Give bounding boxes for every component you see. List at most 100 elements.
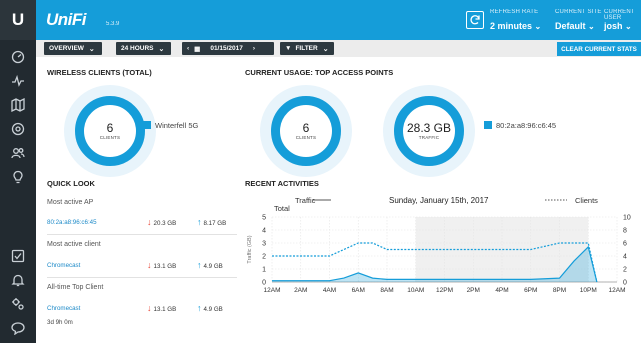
dashboard-icon[interactable] — [10, 49, 26, 65]
recent-activities-chart: 0 1 2 3 4 5 0 2 4 6 8 10 12AM 2AM 4AM 6AM 8AM 10AM 12PM 2PM… — [245, 190, 641, 343]
arrow-down-icon: ↓ — [147, 217, 152, 227]
time-range-dropdown[interactable]: 24 HOURS ⌄ — [116, 42, 171, 55]
unifi-brand-logo: UniFi — [46, 10, 87, 29]
y-axis-label: Traffic (GB) — [247, 235, 253, 263]
toolbar: OVERVIEW ⌄ 24 HOURS ⌄ ‹ ▦ 01/15/2017 › ▼ FI… — [36, 40, 641, 57]
y-tick-label: 2 — [262, 254, 266, 261]
x-tick-label: 12PM — [436, 287, 453, 294]
download-value: 13.1 GB — [153, 263, 177, 270]
statistics-icon[interactable] — [10, 73, 26, 89]
chevron-down-icon: ⌄ — [88, 45, 95, 53]
current-usage-title: CURRENT USAGE: TOP ACCESS POINTS — [245, 68, 394, 77]
quick-look-title: QUICK LOOK — [47, 179, 95, 188]
y-tick-label: 5 — [262, 215, 266, 222]
ubiquiti-logo[interactable]: U — [0, 0, 36, 40]
filter-dropdown[interactable]: ▼ FILTER ⌄ — [280, 42, 334, 55]
most-active-client-upload: ↑ 4.9 GB — [197, 260, 223, 270]
top-client-heading: All-time Top Client — [47, 284, 104, 291]
time-range-label: 24 HOURS — [121, 45, 154, 52]
next-date-icon[interactable]: › — [253, 45, 255, 52]
y2-tick-label: 8 — [623, 228, 627, 235]
arrow-up-icon: ↑ — [197, 217, 202, 227]
insights-icon[interactable] — [10, 169, 26, 185]
top-client-download: ↓ 13.1 GB — [147, 303, 176, 313]
most-active-client-download: ↓ 13.1 GB — [147, 260, 176, 270]
chart-svg: 0 1 2 3 4 5 0 2 4 6 8 10 12AM 2AM 4AM 6AM 8AM 10AM 12PM 2PM… — [247, 196, 631, 294]
y2-tick-label: 6 — [623, 241, 627, 248]
events-icon[interactable] — [10, 248, 26, 264]
most-active-client-link[interactable]: Chromecast — [47, 262, 80, 269]
filter-label: FILTER — [295, 45, 318, 52]
refresh-rate-value: 2 minutes — [490, 21, 533, 31]
date-value: 01/15/2017 — [210, 45, 243, 52]
download-value: 20.3 GB — [153, 220, 177, 227]
y2-tick-label: 0 — [623, 280, 627, 287]
map-icon[interactable] — [10, 97, 26, 113]
arrow-up-icon: ↑ — [197, 260, 202, 270]
x-tick-label: 12AM — [264, 287, 281, 294]
top-client-upload: ↑ 4.9 GB — [197, 303, 223, 313]
wireless-clients-donut[interactable]: 6 CLIENTS — [75, 96, 145, 166]
refresh-rate-label: REFRESH RATE — [490, 9, 539, 15]
chart-date-label: Sunday, January 15th, 2017 — [389, 196, 489, 205]
clients-icon[interactable] — [10, 145, 26, 161]
y2-tick-label: 4 — [623, 254, 627, 261]
usage-clients-count: 6 — [302, 121, 310, 135]
x-tick-label: 12AM — [609, 287, 626, 294]
most-active-ap-link[interactable]: 80:2a:a8:96:c6:45 — [47, 219, 97, 226]
legend-swatch — [484, 121, 492, 129]
most-active-ap-heading: Most active AP — [47, 199, 94, 206]
divider — [47, 234, 237, 235]
devices-icon[interactable] — [10, 121, 26, 137]
current-site-label: CURRENT SITE — [555, 9, 602, 15]
legend-clients-label: Clients — [575, 196, 598, 205]
chevron-down-icon: ⌄ — [158, 45, 165, 53]
top-bar: UniFi 5.3.9 REFRESH RATE 2 minutes ⌄ CUR… — [36, 0, 641, 40]
current-user-select[interactable]: josh ⌄ — [604, 21, 632, 31]
overview-dropdown[interactable]: OVERVIEW ⌄ — [44, 42, 102, 55]
y2-tick-label: 2 — [623, 267, 627, 274]
wireless-clients-count-label: CLIENTS — [99, 135, 121, 140]
upload-value: 8.17 GB — [203, 220, 227, 227]
chevron-down-icon: ⌄ — [322, 45, 329, 53]
usage-clients-donut[interactable]: 6 CLIENTS — [271, 96, 341, 166]
x-tick-label: 2PM — [467, 287, 480, 294]
refresh-rate-select[interactable]: 2 minutes ⌄ — [490, 21, 541, 31]
filter-icon: ▼ — [285, 45, 292, 52]
chat-icon[interactable] — [10, 320, 26, 336]
current-user-value: josh — [604, 21, 623, 31]
refresh-icon[interactable] — [466, 11, 484, 29]
x-tick-label: 6AM — [352, 287, 365, 294]
usage-traffic-donut[interactable]: 28.3 GB TRAFFIC — [394, 96, 464, 166]
current-site-select[interactable]: Default ⌄ — [555, 21, 595, 31]
usage-traffic-value: 28.3 GB — [406, 121, 452, 135]
date-picker[interactable]: ‹ ▦ 01/15/2017 › — [182, 42, 274, 55]
x-tick-label: 6PM — [524, 287, 537, 294]
y2-tick-label: 10 — [623, 215, 631, 222]
usage-legend-label: 80:2a:a8:96:c6:45 — [496, 121, 557, 130]
x-tick-label: 8PM — [553, 287, 566, 294]
x-tick-label: 10PM — [580, 287, 597, 294]
previous-date-icon[interactable]: ‹ — [187, 45, 189, 52]
y-tick-label: 1 — [262, 267, 266, 274]
top-client-duration: 3d 9h 0m — [47, 319, 73, 326]
settings-icon[interactable] — [10, 296, 26, 312]
x-tick-label: 4PM — [495, 287, 508, 294]
wireless-legend-label: Winterfell 5G — [155, 121, 199, 130]
app-root: U UniFi 5.3.9 REFRESH RATE 2 minutes ⌄ C… — [0, 0, 641, 343]
arrow-down-icon: ↓ — [147, 260, 152, 270]
y-tick-label: 4 — [262, 228, 266, 235]
current-site-value: Default — [555, 21, 586, 31]
alerts-icon[interactable] — [10, 272, 26, 288]
x-tick-label: 10AM — [407, 287, 424, 294]
x-tick-label: 2AM — [294, 287, 307, 294]
top-client-link[interactable]: Chromecast — [47, 305, 80, 312]
clear-current-stats-button[interactable]: CLEAR CURRENT STATS — [557, 42, 641, 56]
x-tick-label: 8AM — [380, 287, 393, 294]
most-active-ap-download: ↓ 20.3 GB — [147, 217, 176, 227]
y-tick-label: 3 — [262, 241, 266, 248]
calendar-icon: ▦ — [194, 45, 201, 53]
upload-value: 4.9 GB — [203, 263, 223, 270]
arrow-up-icon: ↑ — [197, 303, 202, 313]
overview-label: OVERVIEW — [49, 45, 84, 52]
